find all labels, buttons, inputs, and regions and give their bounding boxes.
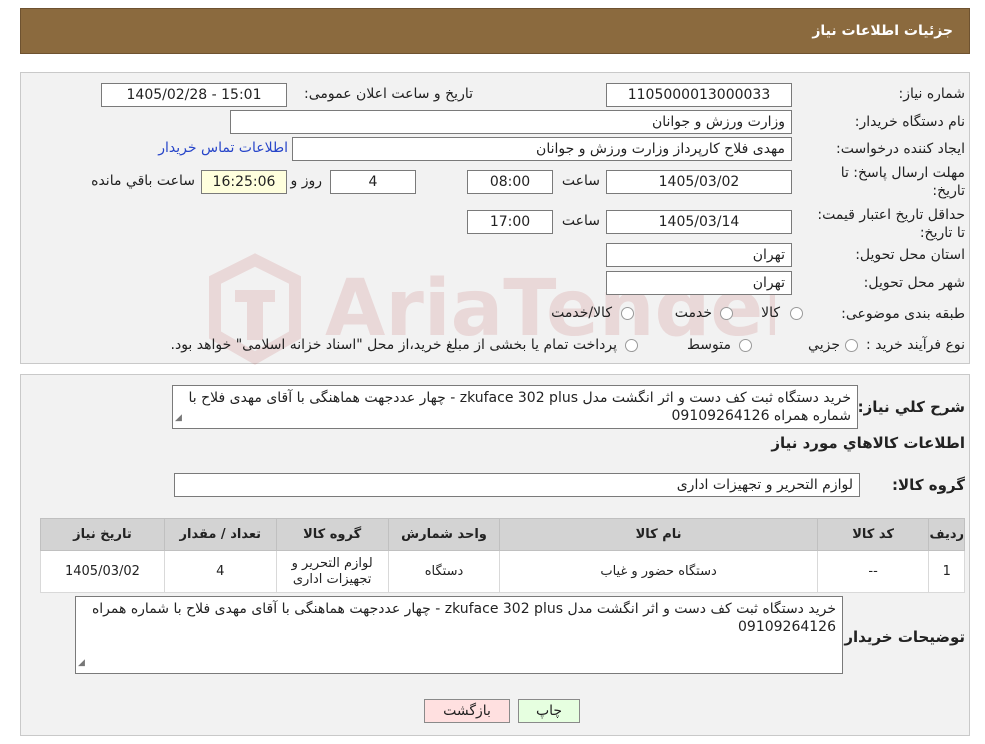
cell-quantity: 4 <box>163 550 277 593</box>
requester-label: ایجاد کننده درخواست: <box>836 141 965 157</box>
validity-time-field: 17:00 <box>467 210 553 234</box>
purchase-radio-medium[interactable] <box>739 339 752 352</box>
buyer-org-label: نام دستگاه خریدار: <box>854 114 965 130</box>
buyer-notes-field[interactable]: خرید دستگاه ثبت کف دست و اثر انگشت مدل z… <box>75 596 843 674</box>
purchase-option-medium: متوسط <box>687 337 731 353</box>
reply-date-field: 1405/03/02 <box>606 170 792 194</box>
need-description-field[interactable]: خرید دستگاه ثبت کف دست و اثر انگشت مدل z… <box>172 385 858 429</box>
city-field: تهران <box>606 271 792 295</box>
col-row-number: ردیف <box>928 518 965 551</box>
city-label: شهر محل تحویل: <box>863 275 965 291</box>
page-title: جزئیات اطلاعات نیاز <box>812 23 953 39</box>
reply-time-field: 08:00 <box>467 170 553 194</box>
cell-unit: دستگاه <box>387 550 501 593</box>
announce-datetime-field: 1405/02/28 - 15:01 <box>101 83 287 107</box>
col-need-date: تاریخ نیاز <box>40 518 165 551</box>
buyer-notes-label: توضیحات خریدار: <box>838 628 965 646</box>
cell-goods-group: لوازم التحریر و تجهیزات اداری <box>275 550 389 593</box>
need-description-text: خرید دستگاه ثبت کف دست و اثر انگشت مدل z… <box>188 390 851 424</box>
category-option-goods: کالا <box>761 305 780 321</box>
category-radio-goods[interactable] <box>790 307 803 320</box>
buyer-org-field: وزارت ورزش و جوانان <box>230 110 792 134</box>
requester-field: مهدی فلاح کارپرداز وزارت ورزش و جوانان <box>292 137 792 161</box>
need-number-field: 1105000013000033 <box>606 83 792 107</box>
goods-table: ردیف کد کالا نام کالا واحد شمارش گروه کا… <box>40 518 965 593</box>
category-label: طبقه بندی موضوعی: <box>841 306 965 322</box>
goods-group-field: لوازم التحریر و تجهیزات اداری <box>174 473 860 497</box>
remaining-label: ساعت باقي مانده <box>91 173 195 189</box>
price-validity-label: حداقل تاریخ اعتبار قیمت: تا تاریخ: <box>817 207 965 241</box>
resize-grip-icon[interactable]: ◢ <box>78 654 85 672</box>
announce-datetime-label: تاریخ و ساعت اعلان عمومی: <box>304 86 473 102</box>
purchase-radio-minor[interactable] <box>845 339 858 352</box>
col-unit: واحد شمارش <box>387 518 501 551</box>
need-number-label: شماره نیاز: <box>898 86 966 102</box>
cell-goods-name: دستگاه حضور و غیاب <box>499 550 818 593</box>
cell-row-number: 1 <box>928 550 965 593</box>
days-label: روز و <box>290 173 323 189</box>
days-field: 4 <box>330 170 416 194</box>
col-quantity: تعداد / مقدار <box>163 518 277 551</box>
category-option-service: خدمت <box>674 305 712 321</box>
buyer-contact-link[interactable]: اطلاعات تماس خریدار <box>158 140 288 156</box>
col-goods-code: کد کالا <box>816 518 930 551</box>
back-button[interactable]: بازگشت <box>424 699 510 723</box>
col-goods-group: گروه کالا <box>275 518 389 551</box>
need-description-label: شرح کلي نیاز: <box>857 398 965 416</box>
purchase-note: پرداخت تمام یا بخشی از مبلغ خرید،از محل … <box>170 337 617 353</box>
table-row: 1 -- دستگاه حضور و غیاب دستگاه لوازم الت… <box>40 550 965 593</box>
validity-time-label: ساعت <box>561 213 600 229</box>
province-label: استان محل تحویل: <box>855 247 965 263</box>
purchase-option-minor: جزیي <box>808 337 840 353</box>
buyer-notes-text: خرید دستگاه ثبت کف دست و اثر انگشت مدل z… <box>91 601 836 635</box>
resize-grip-icon[interactable]: ◢ <box>175 409 182 427</box>
purchase-radio-treasury[interactable] <box>625 339 638 352</box>
category-option-goods-service: کالا/خدمت <box>551 305 612 321</box>
category-radio-goods-service[interactable] <box>621 307 634 320</box>
reply-time-label: ساعت <box>561 173 600 189</box>
col-goods-name: نام کالا <box>499 518 818 551</box>
page-header: جزئیات اطلاعات نیاز <box>20 8 970 54</box>
province-field: تهران <box>606 243 792 267</box>
cell-goods-code: -- <box>816 550 930 593</box>
print-button[interactable]: چاپ <box>518 699 580 723</box>
goods-group-label: گروه کالا: <box>892 476 965 494</box>
purchase-type-label: نوع فرآیند خرید : <box>866 337 965 353</box>
reply-deadline-label: مهلت ارسال پاسخ: تا تاریخ: <box>840 165 965 199</box>
goods-info-heading: اطلاعات کالاهاي مورد نیاز <box>771 434 965 452</box>
validity-date-field: 1405/03/14 <box>606 210 792 234</box>
table-header-row: ردیف کد کالا نام کالا واحد شمارش گروه کا… <box>40 518 965 551</box>
cell-need-date: 1405/03/02 <box>40 550 165 593</box>
category-radio-service[interactable] <box>720 307 733 320</box>
remaining-time-field: 16:25:06 <box>201 170 287 194</box>
